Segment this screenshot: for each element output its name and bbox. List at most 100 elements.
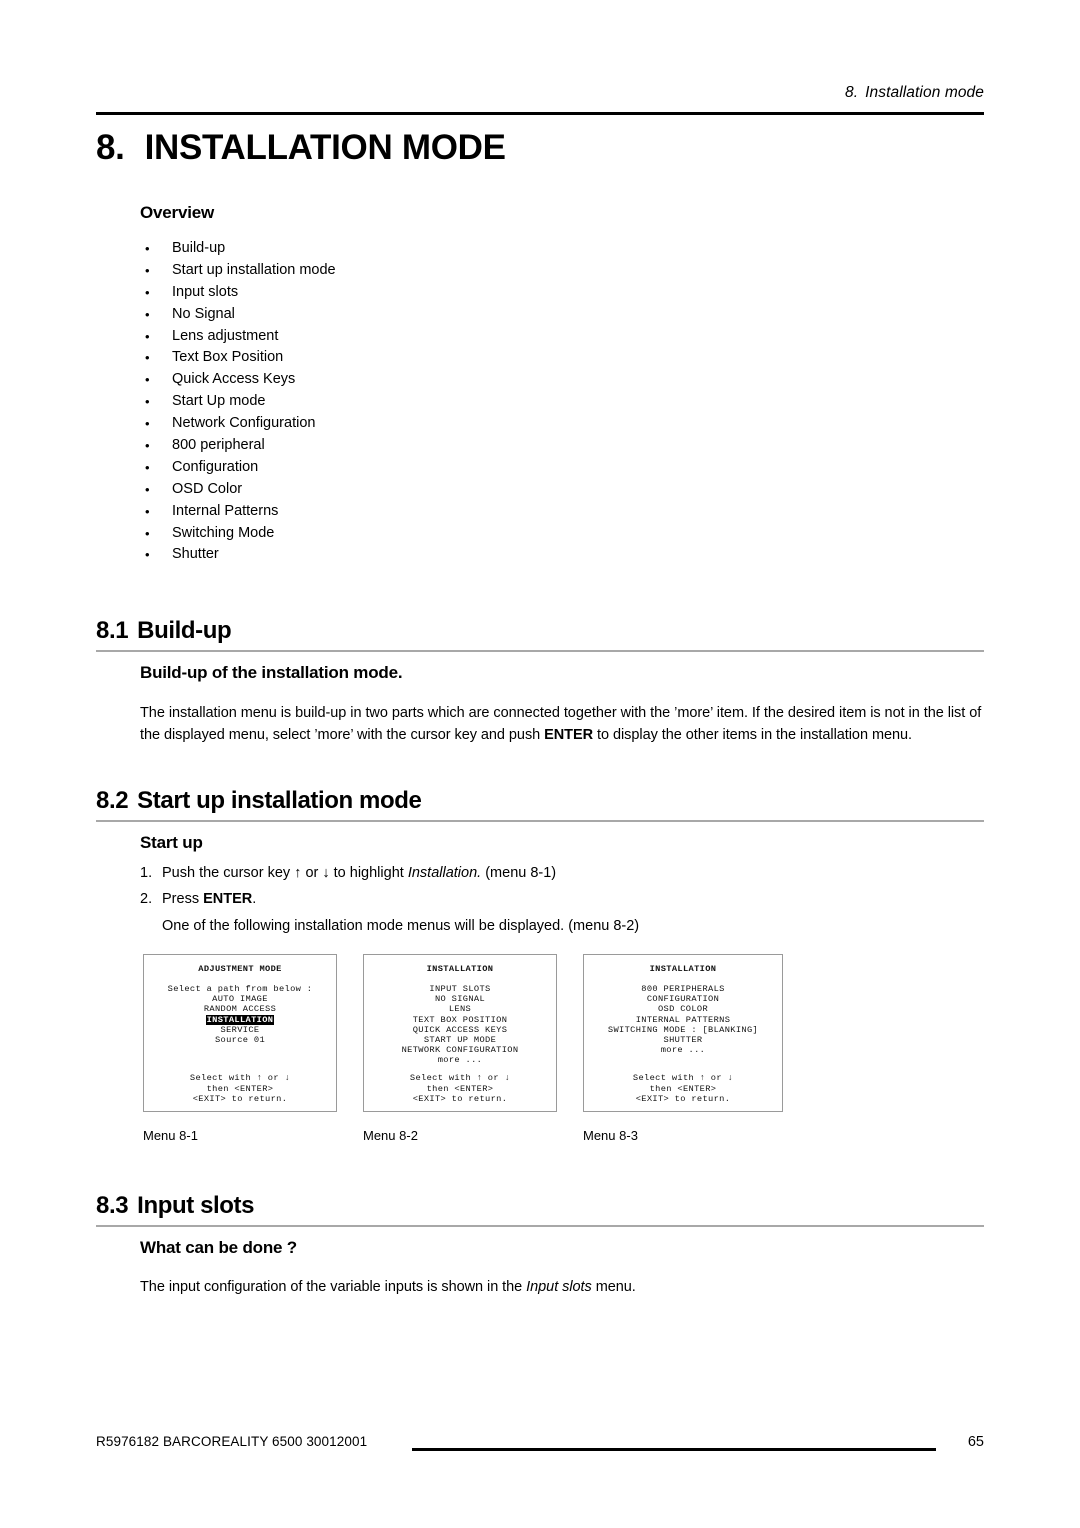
bullet-icon: • [145,438,150,454]
osd-menu-item[interactable]: INPUT SLOTS [364,984,556,994]
osd-menu-8-1: ADJUSTMENT MODE Select a path from below… [143,954,337,1112]
section-rule-8-3 [96,1225,984,1227]
chapter-number: 8. [96,128,125,167]
osd-menu-item[interactable]: NO SIGNAL [364,994,556,1004]
overview-item-label: Lens adjustment [172,327,279,344]
osd-menu-item[interactable]: QUICK ACCESS KEYS [364,1025,556,1035]
osd-footer-line: then <ENTER> [649,1083,717,1094]
overview-item-label: OSD Color [172,480,243,497]
overview-list-item: • Configuration [140,457,600,479]
subheading-build-up: Build-up of the installation mode. [140,663,403,682]
osd-menu-item[interactable]: Select a path from below : [144,984,336,994]
bullet-icon: • [145,306,150,322]
osd-menu-8-1-title: ADJUSTMENT MODE [198,964,282,974]
paragraph-8-3-part1: The input configuration of the variable … [140,1279,527,1295]
osd-menu-item[interactable]: SERVICE [144,1025,336,1035]
osd-menu-item[interactable]: SWITCHING MODE : [BLANKING] [584,1025,782,1035]
bullet-icon: • [145,350,150,366]
osd-menu-item[interactable]: SHUTTER [584,1035,782,1045]
chapter-title-text: INSTALLATION MODE [144,128,506,167]
osd-menu-item[interactable]: NETWORK CONFIGURATION [364,1045,556,1055]
osd-menu-item[interactable]: LENS [364,1004,556,1014]
bullet-icon: • [145,481,150,497]
step-1: 1. Push the cursor key ↑ or ↓ to highligh… [140,863,556,883]
running-header-number: 8. [844,84,859,101]
section-8-2-title: Start up installation mode [137,787,422,814]
bullet-icon: • [145,416,150,432]
osd-menu-8-2-items: INPUT SLOTS NO SIGNAL LENS TEXT BOX POSITIO… [364,984,556,1066]
section-8-2-number: 8.2 [96,787,129,814]
overview-item-label: Text Box Position [172,349,284,366]
document-page: 8. Installation mode 8. INSTALLATION MODE … [0,0,1080,1528]
step-1-pre: Push the cursor key ↑ or ↓ to highlight [162,865,408,881]
overview-list-item: • 800 peripheral [140,435,600,457]
osd-menu-item[interactable]: RANDOM ACCESS [144,1004,336,1014]
osd-menu-item[interactable]: 800 PERIPHERALS [584,984,782,994]
overview-list: • Build-up • Start up installation mode • Inp… [140,238,600,566]
overview-item-label: Start up installation mode [172,261,336,278]
osd-menu-8-1-items: Select a path from below : AUTO IMAGE RAND… [144,984,336,1045]
overview-item-label: Build-up [172,240,226,256]
overview-item-label: Network Configuration [172,415,316,432]
step-2-number: 2. [140,891,153,907]
paragraph-8-1: The installation menu is build-up in two… [140,703,986,746]
step-1-italic: Installation. [407,865,482,881]
paragraph-8-1-enter: ENTER [544,726,594,743]
running-header: 8. Installation mode [96,84,984,102]
subheading-what-can-be-done: What can be done ? [140,1238,297,1257]
overview-list-item: • Lens adjustment [140,326,600,348]
osd-item-row: INSTALLATION [144,1014,336,1025]
osd-menu-item[interactable]: more ... [584,1045,782,1055]
footer-rule [412,1448,936,1451]
osd-menu-item[interactable]: INTERNAL PATTERNS [584,1015,782,1025]
osd-footer-line: Select with ↑ or ↓ [632,1073,734,1084]
step-1-number: 1. [140,865,153,881]
osd-menu-item[interactable]: Source 01 [144,1035,336,1045]
osd-menu-8-2: INSTALLATION INPUT SLOTS NO SIGNAL LENS TEX… [363,954,557,1112]
osd-menu-8-2-footer: Select with ↑ or ↓ then <ENTER> <EXIT> to … [364,1073,556,1104]
overview-list-item: • Shutter [140,544,600,566]
overview-heading: Overview [140,203,215,222]
osd-menu-item[interactable]: AUTO IMAGE [144,994,336,1004]
osd-menu-8-2-title: INSTALLATION [426,964,494,974]
paragraph-8-1-part2: to display the other items in the instal… [593,726,912,743]
menu-caption-8-3: Menu 8-3 [583,1128,638,1143]
osd-menu-item-selected[interactable]: INSTALLATION [205,1014,275,1025]
overview-item-label: Quick Access Keys [172,371,296,388]
osd-menu-item[interactable]: more ... [364,1055,556,1065]
osd-footer-line: Select with ↑ or ↓ [409,1073,511,1084]
step-2: 2. Press ENTER. [140,889,256,909]
overview-list-item: • OSD Color [140,479,600,501]
overview-item-label: No Signal [172,305,235,322]
section-rule-8-1 [96,650,984,652]
osd-menu-item[interactable]: CONFIGURATION [584,994,782,1004]
paragraph-8-3-italic: Input slots [526,1279,592,1295]
osd-menu-8-3-items: 800 PERIPHERALS CONFIGURATION OSD COLOR INT… [584,984,782,1055]
osd-menu-8-3: INSTALLATION 800 PERIPHERALS CONFIGURATIO… [583,954,783,1112]
osd-footer-line: Select with ↑ or ↓ [189,1073,291,1084]
page-number: 65 [967,1434,984,1450]
overview-list-item: • Quick Access Keys [140,369,600,391]
overview-item-label: 800 peripheral [172,437,265,454]
paragraph-8-3: The input configuration of the variable … [140,1277,986,1299]
section-8-3-number: 8.3 [96,1192,129,1219]
overview-list-item: • Network Configuration [140,413,600,435]
bullet-icon: • [145,328,150,344]
osd-menu-item[interactable]: START UP MODE [364,1035,556,1045]
step-2-pre: Press [162,891,204,907]
paragraph-8-3-part2: menu. [591,1279,636,1295]
running-header-title: Installation mode [865,84,984,101]
overview-list-item: • Start up installation mode [140,260,600,282]
bullet-icon: • [145,241,150,256]
bullet-icon: • [145,394,150,410]
overview-list-item: • Internal Patterns [140,501,600,523]
osd-footer-line: <EXIT> to return. [192,1093,288,1104]
overview-list-item: • Text Box Position [140,347,600,369]
step-2-bold: ENTER [203,891,253,907]
osd-menu-item[interactable]: TEXT BOX POSITION [364,1015,556,1025]
overview-item-label: Switching Mode [172,524,275,541]
osd-menu-item[interactable]: OSD COLOR [584,1004,782,1014]
header-rule [96,112,984,115]
footer-document-reference: R5976182 BARCOREALITY 6500 30012001 [96,1434,368,1449]
overview-item-label: Start Up mode [172,393,266,410]
